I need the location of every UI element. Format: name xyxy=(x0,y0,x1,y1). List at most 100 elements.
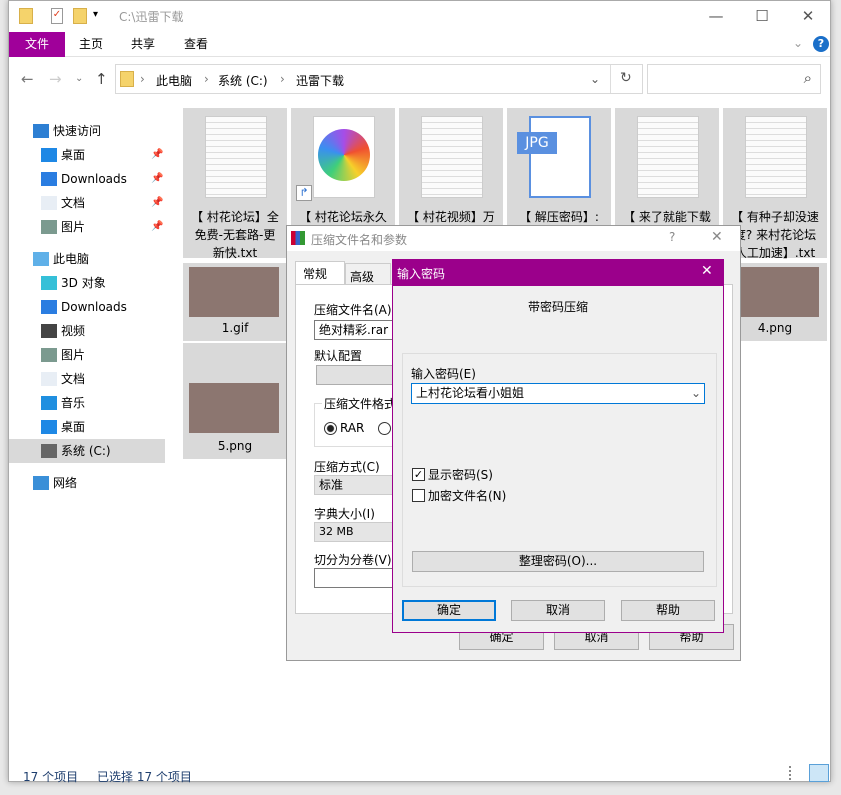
file-name-line: 【 来了就能下载 xyxy=(623,210,711,224)
sidebar-item[interactable]: Downloads xyxy=(9,295,165,319)
refresh-button[interactable]: ↻ xyxy=(620,70,632,86)
pin-icon[interactable]: 📌 xyxy=(151,215,163,239)
tab-share[interactable]: 共享 xyxy=(117,32,169,57)
sidebar-item[interactable]: 快速访问 xyxy=(9,119,165,143)
file-name: 5.png xyxy=(185,437,285,455)
encrypt-filenames-checkbox[interactable] xyxy=(412,489,425,502)
sidebar-item[interactable]: 桌面 📌 xyxy=(9,143,165,167)
maximize-button[interactable]: ☐ xyxy=(739,1,785,31)
tab-general[interactable]: 常规 xyxy=(295,261,345,285)
cancel-button[interactable]: 取消 xyxy=(511,600,605,621)
file-item[interactable]: 5.png xyxy=(183,343,287,459)
sidebar-item-label: 网络 xyxy=(53,476,78,490)
file-name-line: 【 有种子却没速 xyxy=(731,210,819,224)
forward-button[interactable]: → xyxy=(49,70,62,88)
details-view-button[interactable] xyxy=(789,766,805,780)
sidebar-item[interactable]: Downloads 📌 xyxy=(9,167,165,191)
pin-icon[interactable]: 📌 xyxy=(151,167,163,191)
selected-count: 已选择 17 个项目 xyxy=(97,770,192,784)
new-folder-icon[interactable] xyxy=(73,8,87,24)
chevron-down-icon[interactable]: ⌄ xyxy=(691,386,701,400)
file-name-line: 免费-无套路-更 xyxy=(194,228,276,242)
ok-button[interactable]: 确定 xyxy=(402,600,496,621)
pinwheel-icon xyxy=(318,129,370,181)
close-button[interactable]: ✕ xyxy=(701,263,713,279)
tab-home[interactable]: 主页 xyxy=(65,32,117,57)
breadcrumb-system-c[interactable]: 系统 (C:) xyxy=(218,72,268,89)
help-button[interactable]: ? xyxy=(669,230,675,244)
sidebar-item[interactable]: 3D 对象 xyxy=(9,271,165,295)
title-bar: ✓ ▾ C:\迅雷下载 — ☐ ✕ xyxy=(9,1,830,31)
window-title: C:\迅雷下载 xyxy=(119,10,184,24)
sidebar-item[interactable]: 图片 📌 xyxy=(9,215,165,239)
file-name-line: 【 村花论坛】全 xyxy=(191,210,279,224)
show-password-checkbox[interactable]: ✓ xyxy=(412,468,425,481)
close-button[interactable]: ✕ xyxy=(711,229,723,245)
help-button[interactable]: 帮助 xyxy=(621,600,715,621)
recent-locations-button[interactable]: ⌄ xyxy=(75,73,83,84)
breadcrumb-xunlei[interactable]: 迅雷下载 xyxy=(296,72,344,89)
file-name: 1.gif xyxy=(185,319,285,337)
encrypt-filenames-label: 加密文件名(N) xyxy=(428,489,507,503)
text-file-icon xyxy=(637,116,699,198)
sidebar-item[interactable]: 文档 📌 xyxy=(9,191,165,215)
item-count: 17 个项目 xyxy=(23,770,79,784)
download-icon xyxy=(41,172,57,186)
format-zip-radio[interactable] xyxy=(378,422,391,435)
video-icon xyxy=(41,324,57,338)
sidebar-item[interactable]: 音乐 xyxy=(9,391,165,415)
sidebar-item[interactable]: 系统 (C:) xyxy=(9,439,165,463)
sidebar-item[interactable]: 网络 xyxy=(9,471,165,495)
address-dropdown-icon[interactable]: ⌄ xyxy=(590,72,600,86)
expand-ribbon-icon[interactable]: ⌄ xyxy=(793,36,803,50)
properties-icon[interactable]: ✓ xyxy=(51,8,63,24)
password-input[interactable]: 上村花论坛看小姐姐 xyxy=(411,383,705,404)
pictures-icon xyxy=(41,348,57,362)
image-thumbnail xyxy=(729,267,819,317)
jpg-badge: JPG xyxy=(517,132,557,154)
large-icons-view-button[interactable] xyxy=(809,764,829,782)
image-thumbnail xyxy=(189,267,279,317)
sidebar-item[interactable]: 此电脑 xyxy=(9,247,165,271)
sidebar-item-label: 3D 对象 xyxy=(61,276,106,290)
back-button[interactable]: ← xyxy=(21,70,34,88)
breadcrumb-separator: › xyxy=(204,72,209,86)
sidebar-item-label: Downloads xyxy=(61,300,127,314)
tab-advanced[interactable]: 高级 xyxy=(345,263,391,285)
close-button[interactable]: ✕ xyxy=(785,1,831,31)
tab-file[interactable]: 文件 xyxy=(9,32,66,57)
folder-icon xyxy=(19,8,33,24)
sidebar-item[interactable]: 图片 xyxy=(9,343,165,367)
file-item[interactable]: 【 村花论坛】全 免费-无套路-更 新快.txt xyxy=(183,108,287,260)
sidebar-item-label: 图片 xyxy=(61,220,86,234)
drive-icon xyxy=(41,444,57,458)
dialog-title-bar: 压缩文件名和参数 ? ✕ xyxy=(287,226,740,251)
sidebar-item-label: 视频 xyxy=(61,324,86,338)
app-shortcut-icon: ↱ xyxy=(296,116,375,201)
customize-toolbar-icon[interactable]: ▾ xyxy=(93,9,98,20)
tab-view[interactable]: 查看 xyxy=(170,32,222,57)
sidebar-item-label: 文档 xyxy=(61,372,86,386)
address-bar[interactable]: › 此电脑 › 系统 (C:) › 迅雷下载 ⌄ ↻ xyxy=(115,64,643,94)
search-icon: ⌕ xyxy=(803,69,812,87)
breadcrumb-this-pc[interactable]: 此电脑 xyxy=(156,72,192,89)
file-name-line: 【 解压密码】: xyxy=(519,210,599,224)
sidebar-item[interactable]: 文档 xyxy=(9,367,165,391)
help-icon[interactable]: ? xyxy=(813,36,829,52)
pictures-icon xyxy=(41,220,57,234)
pin-icon[interactable]: 📌 xyxy=(151,143,163,167)
sidebar-item-label: 快速访问 xyxy=(53,124,102,138)
pin-icon[interactable]: 📌 xyxy=(151,191,163,215)
sidebar-item-label: 此电脑 xyxy=(53,252,90,266)
up-button[interactable]: ↑ xyxy=(95,70,108,88)
search-input[interactable]: ⌕ xyxy=(647,64,821,94)
file-item[interactable]: 1.gif xyxy=(183,263,287,341)
sidebar-item-label: 音乐 xyxy=(61,396,86,410)
format-rar-label: RAR xyxy=(340,421,365,435)
sidebar-item[interactable]: 视频 xyxy=(9,319,165,343)
music-icon xyxy=(41,396,57,410)
format-rar-radio[interactable] xyxy=(324,422,337,435)
sidebar-item[interactable]: 桌面 xyxy=(9,415,165,439)
organize-passwords-button[interactable]: 整理密码(O)... xyxy=(412,551,704,572)
minimize-button[interactable]: — xyxy=(693,1,739,31)
